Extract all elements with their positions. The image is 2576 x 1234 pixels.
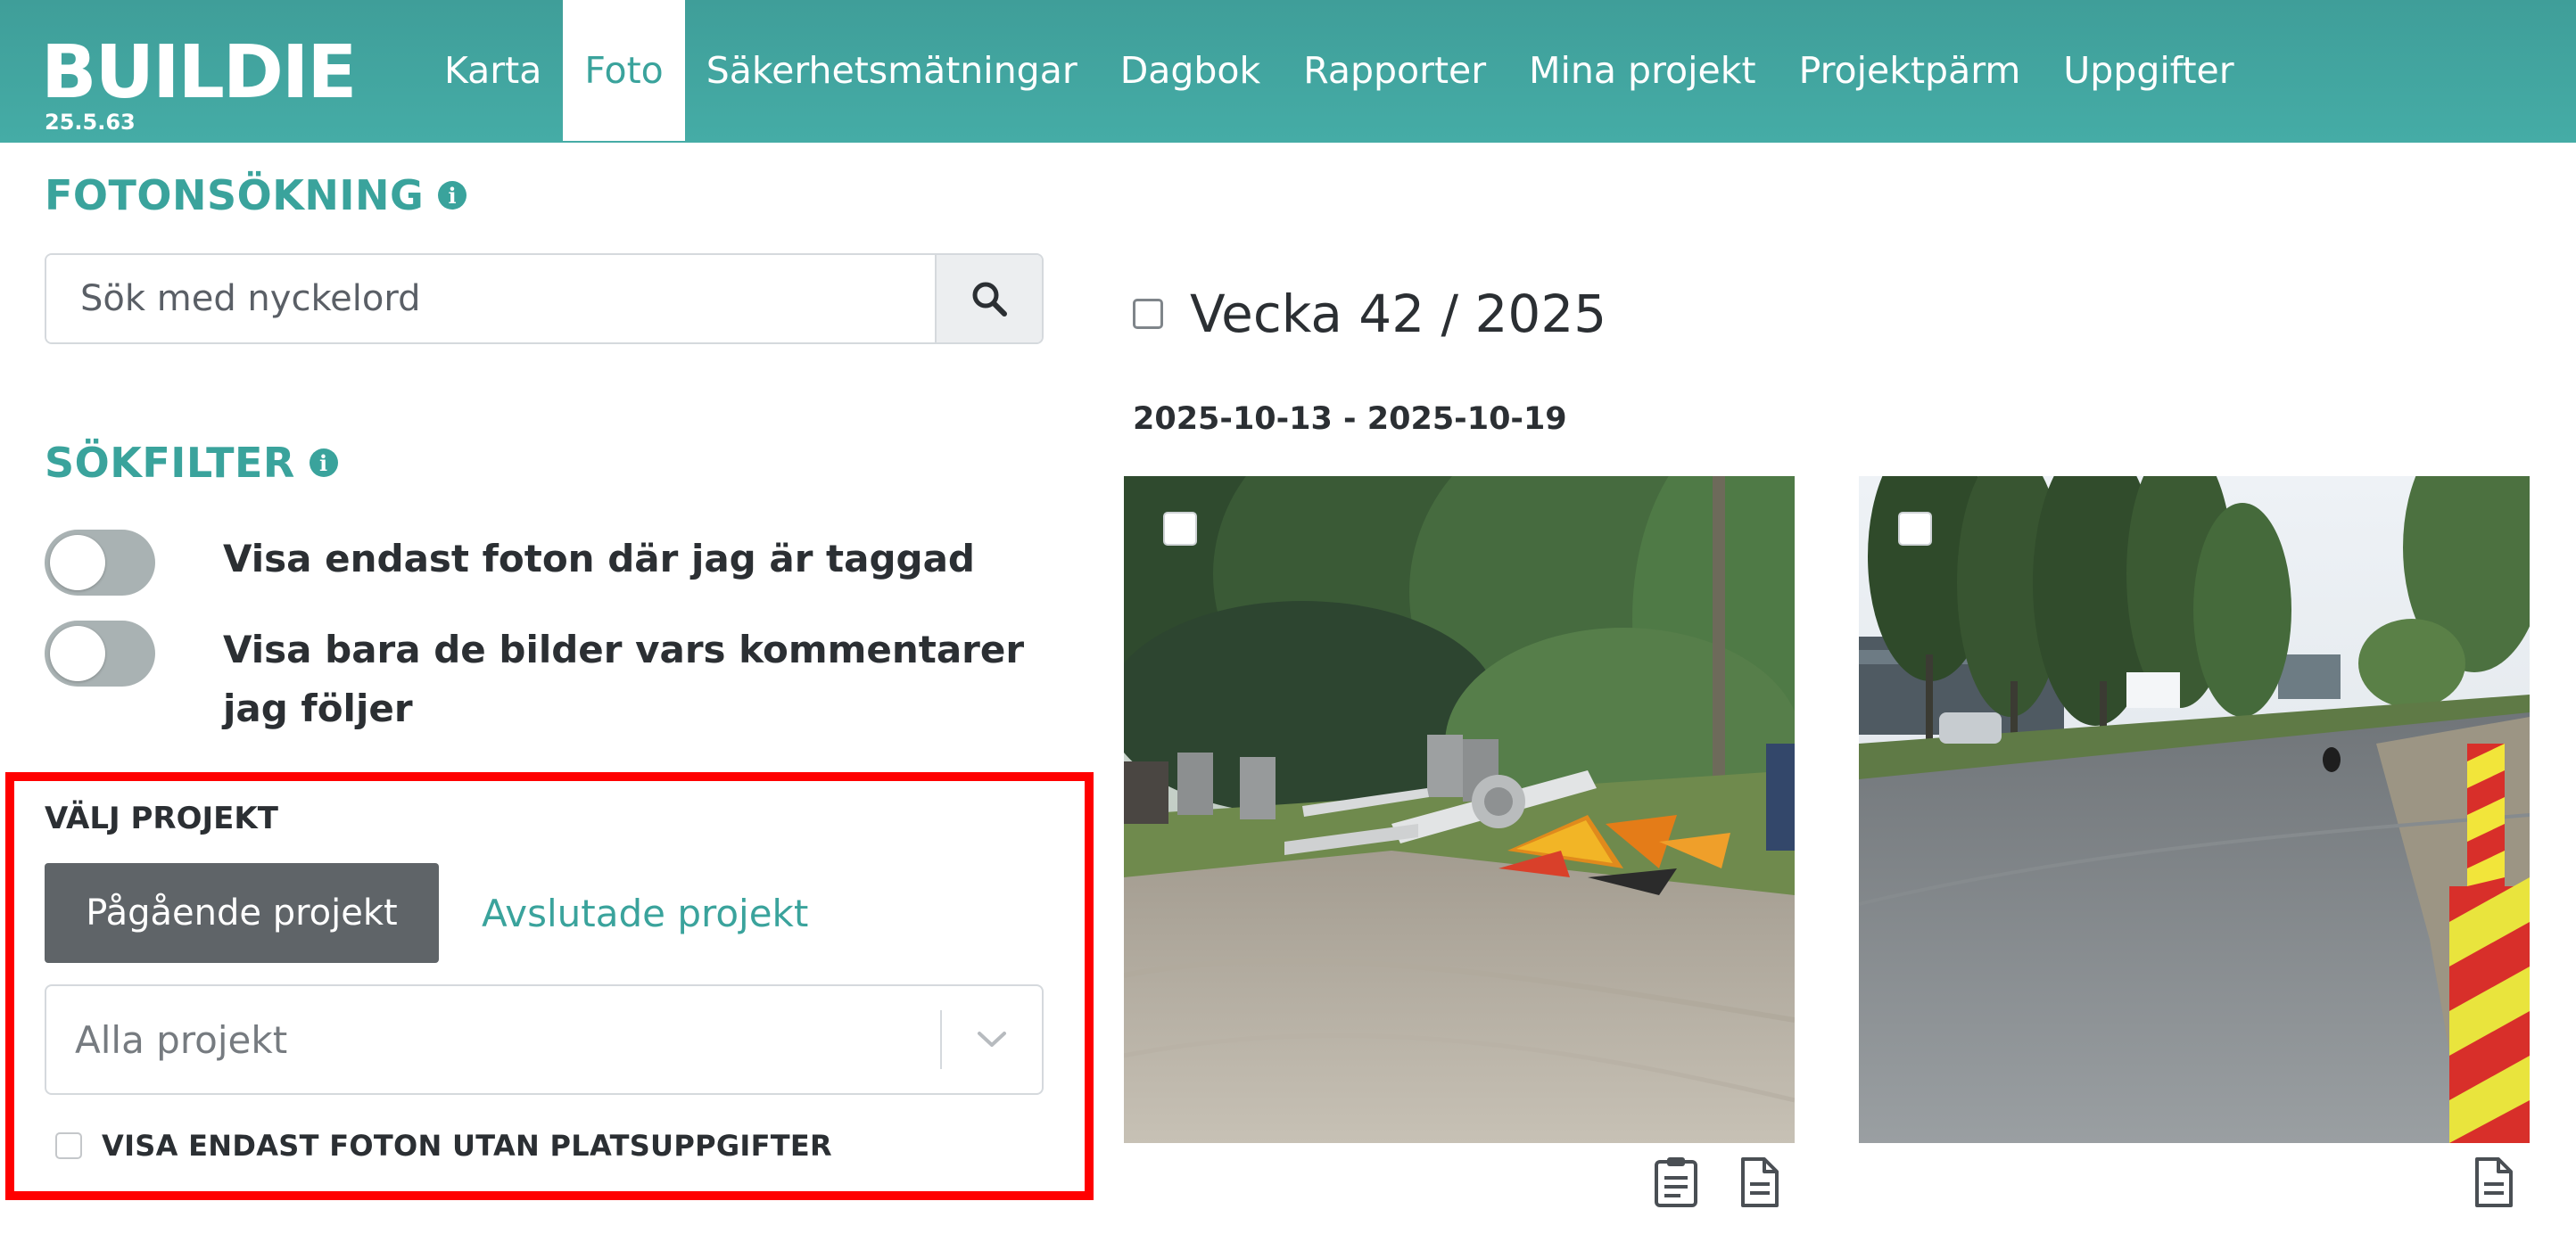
week-date-range: 2025-10-13 - 2025-10-19 <box>1133 401 1567 437</box>
search-bar <box>45 253 1044 344</box>
top-navigation-bar: BUILDIE 25.5.63 Karta Foto Säkerhetsmätn… <box>0 0 2576 143</box>
no-location-label: VISA ENDAST FOTON UTAN PLATSUPPGIFTER <box>102 1129 832 1163</box>
search-icon <box>972 282 1007 317</box>
app-version: 25.5.63 <box>45 110 136 135</box>
finished-projects-link[interactable]: Avslutade projekt <box>482 863 808 963</box>
info-icon[interactable]: i <box>438 181 467 210</box>
search-filter-heading: SÖKFILTER i <box>45 439 338 487</box>
filter-toggle-tagged-row: Visa endast foton där jag är taggad <box>45 530 1026 596</box>
search-filter-title: SÖKFILTER <box>45 439 295 487</box>
tagged-only-label: Visa endast foton där jag är taggad <box>223 537 975 580</box>
photo-thumbnail[interactable] <box>1859 476 2530 1143</box>
photo-select-checkbox[interactable] <box>1898 512 1932 546</box>
select-project-label: VÄLJ PROJEKT <box>45 801 278 836</box>
asphalt-road-photo <box>1859 476 2530 1143</box>
photo-search-title: FOTONSÖKNING <box>45 171 425 219</box>
nav-item-rapporter[interactable]: Rapporter <box>1282 0 1507 141</box>
nav-item-uppgifter[interactable]: Uppgifter <box>2042 0 2255 141</box>
chevron-down-glyph <box>978 1032 1006 1047</box>
document-icon[interactable] <box>2473 1156 2514 1213</box>
no-location-checkbox[interactable] <box>55 1132 82 1159</box>
ongoing-projects-button[interactable]: Pågående projekt <box>45 863 439 963</box>
clipboard-glyph <box>1655 1157 1697 1207</box>
buildie-logo[interactable]: BUILDIE <box>41 30 380 111</box>
document-glyph <box>2475 1157 2513 1207</box>
filter-toggle-followed-row: Visa bara de bilder vars kommentarer jag… <box>45 621 1026 738</box>
search-button[interactable] <box>935 255 1042 342</box>
week-header: Vecka 42 / 2025 <box>1133 284 1606 344</box>
nav-item-sakerhetsmatningar[interactable]: Säkerhetsmätningar <box>685 0 1099 141</box>
project-select-value: Alla projekt <box>75 1017 288 1062</box>
clipboard-icon[interactable] <box>1652 1156 1700 1211</box>
main-nav: Karta Foto Säkerhetsmätningar Dagbok Rap… <box>423 0 2256 141</box>
toggle-knob <box>50 535 105 590</box>
photo-search-heading: FOTONSÖKNING i <box>45 171 467 219</box>
search-input[interactable] <box>46 255 935 342</box>
toggle-knob <box>50 626 105 681</box>
document-glyph <box>1741 1157 1779 1207</box>
nav-item-dagbok[interactable]: Dagbok <box>1099 0 1283 141</box>
svg-text:BUILDIE: BUILDIE <box>41 35 355 106</box>
construction-site-photo <box>1124 476 1795 1143</box>
week-title: Vecka 42 / 2025 <box>1190 284 1607 344</box>
nav-item-mina-projekt[interactable]: Mina projekt <box>1507 0 1777 141</box>
no-location-filter-row: VISA ENDAST FOTON UTAN PLATSUPPGIFTER <box>55 1129 832 1163</box>
week-select-checkbox[interactable] <box>1133 299 1163 329</box>
followed-comments-label: Visa bara de bilder vars kommentarer jag… <box>223 628 1025 730</box>
nav-item-foto[interactable]: Foto <box>563 0 685 141</box>
document-icon[interactable] <box>1739 1156 1780 1213</box>
photo-select-checkbox[interactable] <box>1163 512 1197 546</box>
project-select[interactable]: Alla projekt <box>45 984 1044 1095</box>
followed-comments-toggle[interactable] <box>45 621 155 687</box>
chevron-down-icon[interactable] <box>942 1029 1042 1050</box>
photo-thumbnail[interactable] <box>1124 476 1795 1143</box>
nav-item-projektparm[interactable]: Projektpärm <box>1778 0 2043 141</box>
logo-wordmark: BUILDIE <box>41 35 357 106</box>
nav-item-karta[interactable]: Karta <box>423 0 563 141</box>
info-icon[interactable]: i <box>309 448 338 477</box>
tagged-only-toggle[interactable] <box>45 530 155 596</box>
